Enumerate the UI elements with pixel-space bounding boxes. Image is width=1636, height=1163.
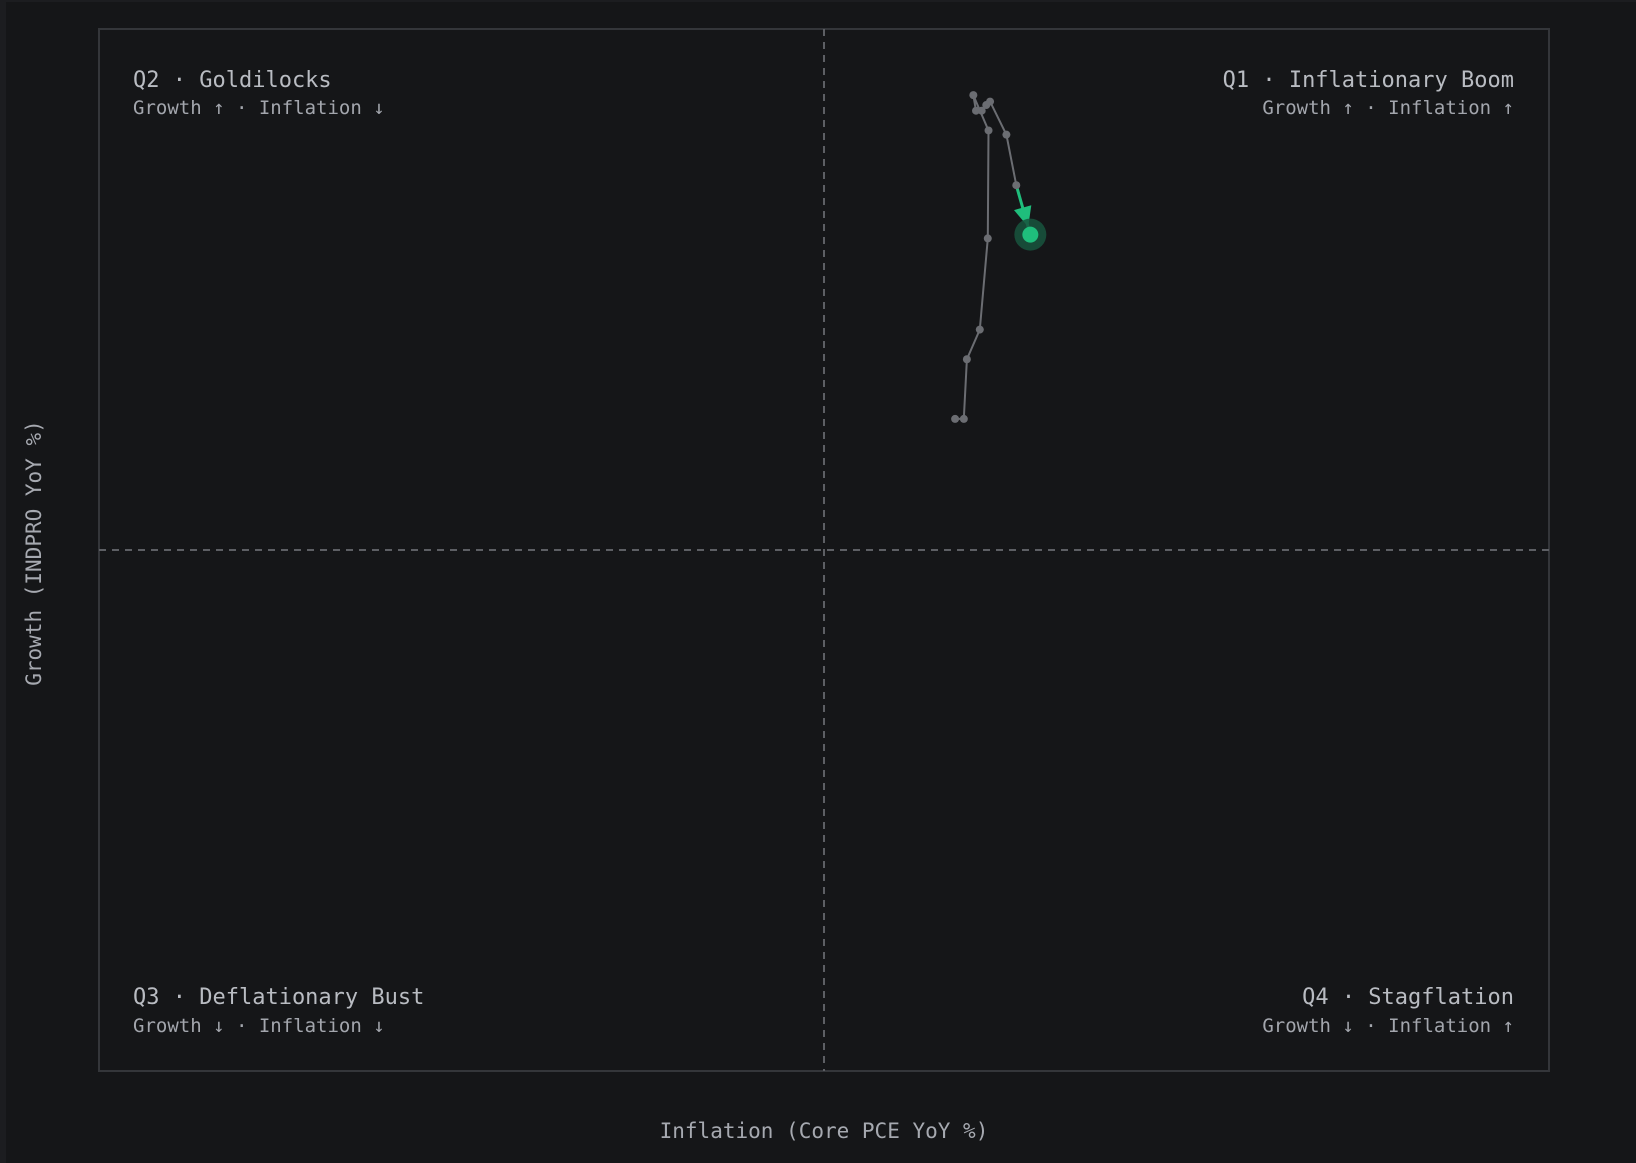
trail-point (962, 355, 971, 364)
trail-point (969, 91, 978, 100)
trail-point (984, 126, 993, 135)
trail-point (986, 97, 995, 106)
q1-subtitle: Growth ↑ · Inflation ↑ (1262, 97, 1514, 119)
trail-group (951, 91, 1047, 423)
trail-line (955, 94, 1032, 420)
q2-subtitle: Growth ↑ · Inflation ↓ (133, 97, 385, 119)
trail-point (1002, 130, 1011, 139)
q2-title: Q2 · Goldilocks (133, 68, 332, 93)
y-axis-label: Growth (INDPRO YoY %) (22, 420, 46, 686)
q3-subtitle: Growth ↓ · Inflation ↓ (133, 1015, 385, 1037)
q4-subtitle: Growth ↓ · Inflation ↑ (1262, 1015, 1514, 1037)
x-axis-label: Inflation (Core PCE YoY %) (660, 1119, 989, 1143)
trail-point (983, 234, 992, 243)
trail-point (975, 325, 984, 334)
quadrant-chart: Q2 · Goldilocks Growth ↑ · Inflation ↓ Q… (22, 28, 1550, 1143)
trail-point (951, 414, 960, 423)
q1-title: Q1 · Inflationary Boom (1223, 68, 1514, 93)
current-point[interactable] (1022, 226, 1039, 243)
q3-title: Q3 · Deflationary Bust (133, 985, 424, 1010)
trail-point (1012, 181, 1021, 190)
q4-title: Q4 · Stagflation (1302, 985, 1514, 1010)
trail-point (959, 414, 968, 423)
chart-frame: Q2 · Goldilocks Growth ↑ · Inflation ↓ Q… (6, 2, 1636, 1163)
